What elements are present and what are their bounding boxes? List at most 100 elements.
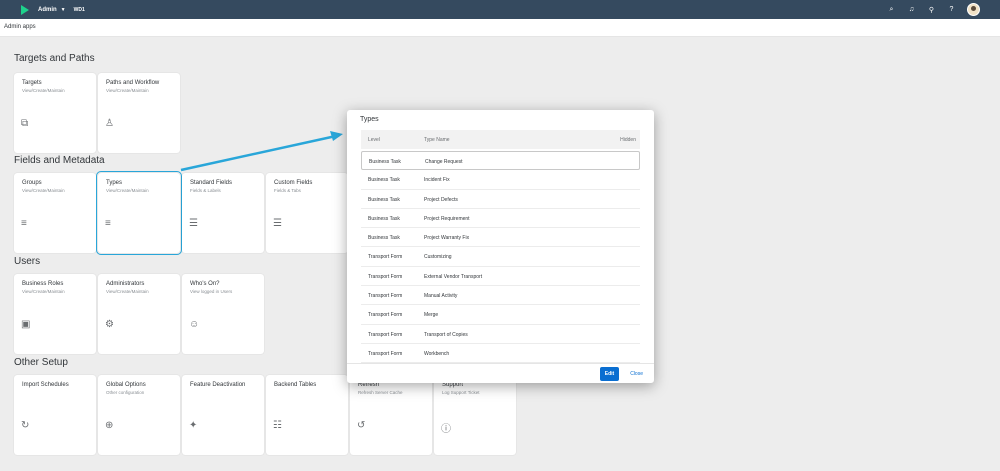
tile-subtitle: View/Create/Maintain [22,88,65,93]
tile-title: Backend Tables [274,382,317,388]
tile-global-options[interactable]: Global Options Other configuration ⊕ [98,375,180,455]
tile-title: Types [106,180,123,186]
tile-import-schedules[interactable]: Import Schedules ↻ [14,375,96,455]
sub-header: Admin apps [0,19,1000,37]
table-row[interactable]: Transport Form Transport of Copies [361,325,640,344]
section-title-targets: Targets and Paths [14,53,95,64]
cell-level: Transport Form [368,254,403,261]
cell-type-name: Manual Activity [424,293,458,300]
shell-bar: Admin ▼ WD1 ⌕ ♫ ⚲ ? [0,0,1000,19]
cell-level: Transport Form [368,331,403,338]
cell-type-name: External Vendor Transport [424,273,483,280]
tile-title: Groups [22,180,42,186]
table-row[interactable]: Transport Form Manual Activity [361,286,640,306]
edit-button[interactable]: Edit [600,367,619,381]
column-type-name[interactable]: Type Name [424,137,450,143]
logo-icon[interactable] [21,4,29,15]
shell-actions: ⌕ ♫ ⚲ ? [887,0,980,19]
tile-title: Custom Fields [274,180,313,186]
page-title: Admin apps [4,24,36,30]
cell-level: Transport Form [368,293,403,300]
tile-subtitle: Log Support Ticket [442,390,480,395]
group-icon: ☺ [189,319,200,330]
avatar[interactable] [967,3,980,16]
column-level[interactable]: Level [368,137,380,143]
tile-administrators[interactable]: Administrators View/Create/Maintain ⚙ [98,274,180,354]
tile-subtitle: View/Create/Maintain [22,289,65,294]
tile-title: Standard Fields [190,180,233,186]
tile-title: Targets [22,80,42,86]
types-table-body: Business Task Change Request Business Tas… [361,151,640,364]
tile-title: Administrators [106,281,145,287]
tile-subtitle: Other configuration [106,390,145,395]
search-icon[interactable]: ⌕ [887,6,896,14]
table-row[interactable]: Transport Form Customizing [361,247,640,267]
tile-title: Feature Deactivation [190,382,246,388]
tile-groups[interactable]: Groups View/Create/Maintain ≡ [14,173,96,253]
cell-type-name: Project Defects [424,196,458,203]
cell-level: Business Task [368,215,400,222]
table-row[interactable]: Business Task Project Defects [361,190,640,209]
globe-icon: ⊕ [105,420,114,431]
tile-backend-tables[interactable]: Backend Tables ☷ [266,375,348,455]
table-row[interactable]: Transport Form Merge [361,305,640,325]
tile-business-roles[interactable]: Business Roles View/Create/Maintain ▣ [14,274,96,354]
table-row[interactable]: Transport Form External Vendor Transport [361,267,640,287]
cell-type-name: Merge [424,312,439,319]
tile-support[interactable]: Support Log Support Ticket ⓘ [434,375,516,455]
tile-paths-workflow[interactable]: Paths and Workflow View/Create/Maintain … [98,73,180,153]
tile-subtitle: View/Create/Maintain [22,188,65,193]
tile-targets[interactable]: Targets View/Create/Maintain ⧉ [14,73,96,153]
cell-level: Business Task [368,177,400,184]
cell-level: Business Task [368,235,400,242]
system-label: WD1 [73,6,85,13]
tile-custom-fields[interactable]: Custom Fields Fields & Tabs ☰ [266,173,348,253]
app-name[interactable]: Admin [38,7,57,13]
cell-level: Business Task [369,159,401,165]
help-icon[interactable]: ? [947,6,956,13]
tile-subtitle: Fields & Labels [190,188,221,193]
tile-standard-fields[interactable]: Standard Fields Fields & Labels ☰ [182,173,264,253]
table-row[interactable]: Business Task Change Request [361,151,640,171]
hierarchy-icon: ♙ [105,118,114,129]
chevron-down-icon[interactable]: ▼ [61,7,66,13]
bell-icon[interactable]: ♫ [907,6,916,13]
question-icon: ⓘ [441,424,451,435]
list-icon: ≡ [21,218,27,229]
tile-title: Paths and Workflow [106,80,160,86]
tile-subtitle: View/Create/Maintain [106,88,149,93]
types-dialog: Types Level Type Name Hidden Business Ta… [347,110,654,383]
cell-type-name: Customizing [424,254,452,261]
tile-title: Business Roles [22,281,64,287]
cell-level: Transport Form [368,312,403,319]
close-button[interactable]: Close [630,367,643,381]
section-title-other: Other Setup [14,357,68,368]
tile-title: Import Schedules [22,382,69,388]
tile-whos-on[interactable]: Who's On? View logged in Users ☺ [182,274,264,354]
tile-feature-deactivation[interactable]: Feature Deactivation ✦ [182,375,264,455]
tile-types[interactable]: Types View/Create/Maintain ≡ [96,171,182,255]
magic-wand-icon: ✦ [189,420,198,431]
tile-subtitle: Refresh Server Cache [358,390,403,395]
filter-icon[interactable]: ⚲ [927,6,936,14]
tile-title: Refresh [358,382,380,388]
cell-type-name: Transport of Copies [424,331,468,338]
tile-refresh[interactable]: Refresh Refresh Server Cache ↺ [350,375,432,455]
dialog-title: Types [360,116,379,123]
admin-gear-icon: ⚙ [105,319,114,330]
section-title-fields: Fields and Metadata [14,155,105,166]
fields-icon: ☰ [189,218,198,229]
cell-type-name: Project Warranty Fix [424,235,470,242]
fields-icon: ☰ [273,218,282,229]
section-title-users: Users [14,256,41,267]
table-row[interactable]: Business Task Project Warranty Fix [361,228,640,248]
table-row[interactable]: Transport Form Workbench [361,344,640,364]
table-row[interactable]: Business Task Project Requirement [361,209,640,229]
dialog-footer: Edit Close [347,363,654,383]
table-row[interactable]: Business Task Incident Fix [361,170,640,190]
column-hidden[interactable]: Hidden [620,137,636,143]
cell-type-name: Change Request [425,159,463,165]
cell-type-name: Project Requirement [424,215,470,222]
cell-level: Transport Form [368,350,403,357]
tile-subtitle: View/Create/Maintain [106,188,149,193]
